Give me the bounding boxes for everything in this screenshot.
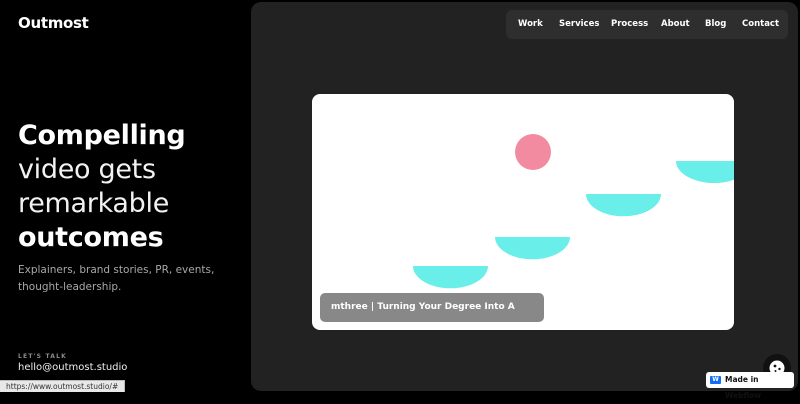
cyan-step-1	[413, 266, 488, 289]
main-panel: Work Services Process About Blog Contact…	[251, 2, 798, 391]
cyan-step-3	[586, 194, 661, 217]
nav-item-process[interactable]: Process	[611, 10, 648, 39]
video-player[interactable]: mthree | Turning Your Degree Into A Care…	[312, 94, 734, 330]
webflow-logo-icon: W	[710, 376, 721, 384]
video-caption: mthree | Turning Your Degree Into A Care…	[320, 293, 544, 322]
made-in-webflow-badge[interactable]: W Made in Webflow	[706, 372, 794, 400]
cyan-step-2	[495, 237, 570, 260]
nav-item-work[interactable]: Work	[518, 10, 543, 39]
nav-item-about[interactable]: About	[661, 10, 690, 39]
headline-line-2: video gets	[18, 154, 156, 185]
headline-line-3: remarkable	[18, 188, 170, 219]
contact-email-link[interactable]: hello@outmost.studio	[18, 362, 127, 373]
left-panel: Outmost Compelling video gets remarkable…	[0, 0, 250, 391]
top-navigation: Work Services Process About Blog Contact	[506, 10, 788, 39]
browser-status-bar: https://www.outmost.studio/#	[0, 380, 126, 392]
headline-line-4: outcomes	[18, 222, 164, 253]
pink-ball	[515, 134, 551, 170]
cyan-step-4	[676, 161, 734, 183]
site-logo[interactable]: Outmost	[18, 14, 89, 32]
nav-item-blog[interactable]: Blog	[705, 10, 726, 39]
nav-item-contact[interactable]: Contact	[742, 10, 779, 39]
webflow-badge-label: Made in Webflow	[725, 375, 762, 400]
hero-subtitle: Explainers, brand stories, PR, events, t…	[18, 264, 215, 293]
contact-label: LET'S TALK	[18, 353, 68, 360]
hero-headline: Compelling video gets remarkable outcome…	[18, 119, 186, 255]
nav-item-services[interactable]: Services	[559, 10, 599, 39]
headline-line-1: Compelling	[18, 120, 186, 151]
